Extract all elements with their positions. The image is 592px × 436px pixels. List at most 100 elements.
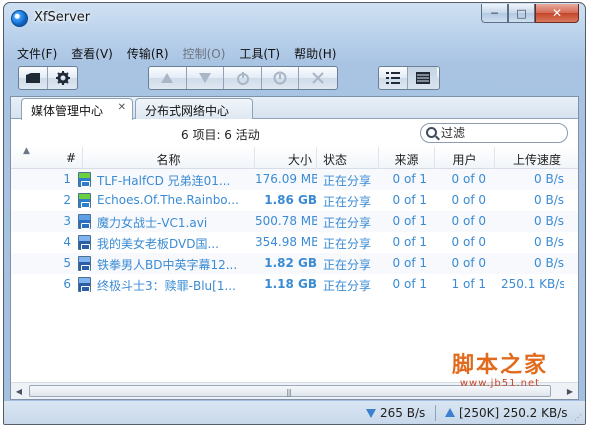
start-button[interactable]	[224, 67, 262, 89]
share-status: 正在分享	[323, 279, 372, 293]
download-speed-value: 265 B/s	[380, 406, 426, 420]
table-row[interactable]: 2 Echoes.Of.The.Rainbo... 1.86 GB 正在分享 0 of …	[11, 190, 578, 211]
col-number[interactable]: ▲ #	[11, 146, 83, 169]
tab-close-icon[interactable]: ✕	[118, 102, 126, 113]
source-count: 0 of 1	[392, 256, 427, 270]
stats-bar: 6 项目: 6 活动	[11, 120, 578, 146]
watermark-url: www.jb51.net	[459, 378, 541, 389]
user-count: 0 of 0	[451, 214, 486, 228]
file-name: TLF-HalfCD 兄弟连01...	[97, 174, 231, 188]
list-view-button[interactable]	[379, 67, 408, 89]
upload-speed: 0 B/s	[534, 235, 564, 249]
tab-distributed-network-label: 分布式网络中心	[145, 104, 230, 118]
row-number: 1	[63, 172, 71, 186]
tab-distributed-network[interactable]: 分布式网络中心	[135, 98, 253, 119]
row-number: 6	[63, 277, 71, 291]
share-status: 正在分享	[323, 216, 372, 230]
upload-speed-value: [250K] 250.2 KB/s	[459, 406, 568, 420]
menu-help[interactable]: 帮助(H)	[287, 43, 343, 63]
toolbar-group-view	[378, 66, 440, 90]
col-name[interactable]: 名称	[83, 147, 255, 169]
menu-transfer[interactable]: 传输(R)	[120, 43, 176, 63]
file-name: 我的美女老板DVD国...	[97, 237, 219, 251]
status-bar: 265 B/s [250K] 250.2 KB/s ⋰	[4, 401, 585, 424]
table-row[interactable]: 1 TLF-HalfCD 兄弟连01... 176.09 MB 正在分享 0 of 1 0…	[11, 169, 578, 190]
stop-icon	[273, 71, 287, 85]
open-folder-button[interactable]	[19, 67, 48, 89]
filter-input[interactable]	[439, 125, 559, 141]
table-row[interactable]: 6 终极斗士3：赎罪-Blu[1... 1.18 GB 正在分享 0 of 1 1 of …	[11, 274, 578, 295]
scrollbar-grip-icon: |||	[286, 388, 292, 397]
download-arrow-icon	[366, 409, 376, 418]
file-size: 500.78 MB	[255, 214, 317, 228]
move-down-button[interactable]	[187, 67, 225, 89]
remove-icon	[312, 72, 324, 84]
menu-control[interactable]: 控制(O)	[176, 43, 233, 63]
upload-speed: 0 B/s	[534, 172, 564, 186]
window-title: XfServer	[34, 10, 91, 25]
watermark-title: 脚本之家	[451, 352, 548, 378]
upload-speed: 250.1 KB/s	[501, 277, 564, 291]
arrow-up-icon	[161, 73, 174, 83]
move-up-button[interactable]	[149, 67, 187, 89]
title-bar[interactable]: XfServer ─ □ ✕	[4, 3, 585, 33]
items-summary: 6 项目: 6 活动	[181, 128, 260, 142]
user-count: 0 of 0	[451, 193, 486, 207]
scroll-left-icon[interactable]: ◀	[11, 384, 27, 398]
source-count: 0 of 1	[392, 235, 427, 249]
tab-media-center-label: 媒体管理中心	[31, 104, 104, 118]
upload-speed: [250K] 250.2 KB/s	[445, 406, 568, 420]
col-upload-speed[interactable]: 上传速度	[495, 147, 579, 169]
table-row[interactable]: 4 我的美女老板DVD国... 354.98 MB 正在分享 0 of 1 0 of 0 0…	[11, 232, 578, 253]
list-icon	[386, 72, 400, 84]
details-icon	[415, 72, 430, 84]
filter-box[interactable]	[420, 123, 568, 143]
col-users[interactable]: 用户	[435, 147, 495, 169]
menu-view[interactable]: 查看(V)	[64, 43, 120, 63]
tab-bar: 媒体管理中心 ✕ 分布式网络中心	[11, 97, 578, 120]
col-size[interactable]: 大小	[255, 147, 317, 169]
file-name: Echoes.Of.The.Rainbo...	[97, 193, 239, 207]
menu-file[interactable]: 文件(F)	[10, 43, 64, 63]
stop-button[interactable]	[262, 67, 300, 89]
col-status[interactable]: 状态	[317, 147, 379, 169]
source-count: 0 of 1	[392, 214, 427, 228]
table-body: 1 TLF-HalfCD 兄弟连01... 176.09 MB 正在分享 0 of 1 0…	[11, 169, 578, 295]
source-count: 0 of 1	[392, 277, 427, 291]
resize-grip-icon[interactable]: ⋰	[574, 413, 582, 422]
user-count: 0 of 0	[451, 172, 486, 186]
detail-view-button[interactable]	[408, 67, 437, 89]
menu-tools[interactable]: 工具(T)	[232, 43, 287, 63]
power-icon	[236, 72, 249, 85]
close-button[interactable]: ✕	[535, 4, 579, 23]
arrow-down-icon	[198, 73, 211, 83]
watermark: 脚本之家 www.jb51.net	[452, 354, 548, 389]
maximize-button[interactable]: □	[508, 4, 535, 23]
upload-speed: 0 B/s	[534, 256, 564, 270]
file-name: 魔力女战士-VC1.avi	[97, 216, 208, 230]
file-size: 354.98 MB	[255, 235, 317, 249]
upload-speed: 0 B/s	[534, 214, 564, 228]
download-speed: 265 B/s	[366, 406, 425, 420]
col-source[interactable]: 来源	[379, 147, 435, 169]
file-size: 1.82 GB	[264, 256, 317, 270]
row-number: 3	[63, 214, 71, 228]
share-status: 正在分享	[323, 237, 372, 251]
upload-speed: 0 B/s	[534, 193, 564, 207]
tab-media-center[interactable]: 媒体管理中心 ✕	[21, 98, 133, 120]
upload-arrow-icon	[445, 408, 455, 417]
scroll-right-icon[interactable]: ▶	[562, 384, 578, 398]
minimize-button[interactable]: ─	[481, 4, 508, 23]
row-number: 4	[63, 235, 71, 249]
share-status: 正在分享	[323, 174, 372, 188]
file-size: 1.86 GB	[264, 193, 317, 207]
file-size: 176.09 MB	[255, 172, 317, 186]
status-divider	[435, 405, 436, 421]
remove-button[interactable]	[299, 67, 337, 89]
share-status: 正在分享	[323, 195, 372, 209]
table-row[interactable]: 5 铁拳男人BD中英字幕12... 1.82 GB 正在分享 0 of 1 0 of 0 0…	[11, 253, 578, 274]
user-count: 1 of 1	[451, 277, 486, 291]
table-row[interactable]: 3 魔力女战士-VC1.avi 500.78 MB 正在分享 0 of 1 0 of 0 0…	[11, 211, 578, 232]
user-count: 0 of 0	[451, 256, 486, 270]
settings-button[interactable]	[48, 67, 77, 89]
